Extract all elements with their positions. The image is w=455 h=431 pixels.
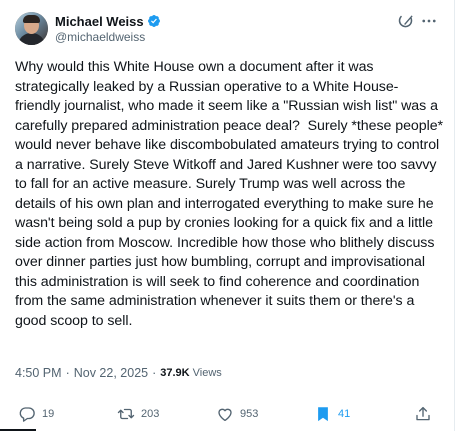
meta-separator: ·	[65, 366, 70, 380]
like-button[interactable]: 953	[216, 403, 258, 425]
meta-separator: ·	[152, 366, 157, 380]
tweet-text: Why would this White House own a documen…	[15, 59, 447, 329]
views-count[interactable]: 37.9K	[160, 367, 189, 379]
share-button[interactable]	[414, 403, 432, 425]
reply-button[interactable]: 19	[18, 403, 54, 425]
bookmark-icon	[318, 407, 328, 422]
bookmark-button[interactable]: 41	[314, 403, 350, 425]
reply-icon	[19, 407, 35, 422]
more-icon[interactable]	[419, 12, 441, 30]
tweet-card: Michael Weiss @michaeldweiss Why would t…	[0, 0, 455, 431]
tweet-actions: 19 203 953 41	[15, 403, 440, 425]
author-display-name[interactable]: Michael Weiss	[55, 14, 144, 29]
bookmark-count: 41	[338, 408, 351, 420]
tweet-header: Michael Weiss @michaeldweiss	[15, 12, 440, 46]
author-name-row[interactable]: Michael Weiss	[55, 12, 161, 30]
avatar[interactable]	[15, 12, 48, 45]
retweet-count: 203	[141, 408, 160, 420]
views-label: Views	[192, 367, 222, 379]
tweet-date[interactable]: Nov 22, 2025	[74, 366, 148, 380]
tweet-time[interactable]: 4:50 PM	[15, 366, 62, 380]
like-count: 953	[240, 408, 259, 420]
tweet-meta: 4:50 PM · Nov 22, 2025 · 37.9K Views	[15, 365, 222, 381]
grok-icon[interactable]	[397, 12, 415, 30]
reply-count: 19	[42, 408, 55, 420]
heart-icon	[218, 408, 232, 422]
retweet-icon	[117, 408, 135, 420]
author-handle[interactable]: @michaeldweiss	[55, 30, 145, 44]
verified-badge-icon	[147, 14, 161, 28]
share-icon	[416, 406, 430, 421]
retweet-button[interactable]: 203	[117, 403, 159, 425]
